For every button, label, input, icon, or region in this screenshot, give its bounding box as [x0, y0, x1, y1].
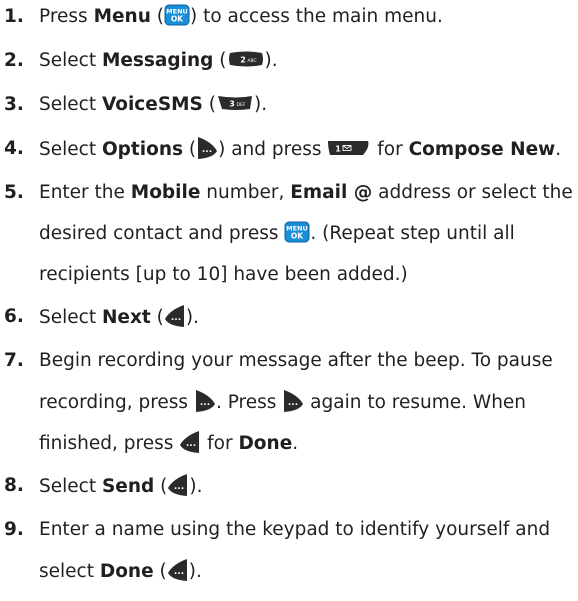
step-text: address or select the [372, 182, 573, 203]
step-text: ( [153, 561, 167, 582]
step-text: Press [39, 6, 94, 27]
step-number: 4. [4, 138, 24, 159]
right-softkey-icon: ... [194, 389, 216, 413]
step-text: number, [200, 182, 291, 203]
bold-term: Menu [93, 6, 151, 27]
step-text: . [555, 139, 562, 160]
bold-term: Options [101, 139, 183, 160]
step-text: for [371, 139, 409, 160]
step-text: desired contact and press [39, 223, 285, 244]
step-text: Select [39, 94, 102, 115]
step-line: Select VoiceSMS (3 DEF). [39, 94, 267, 115]
svg-text:1: 1 [336, 145, 342, 154]
step-text: . Press [215, 392, 283, 413]
3def-key-icon: 3 DEF [216, 94, 254, 112]
step-line: select Done (...). [39, 558, 202, 584]
step-text: Select [39, 139, 102, 160]
bold-term: Send [101, 476, 155, 497]
right-softkey-icon: ... [282, 389, 304, 413]
step-number: 2. [4, 50, 24, 71]
step-line: recipients [up to 10] have been added.) [39, 264, 408, 285]
step-text: . [292, 433, 299, 454]
step-number: 8. [4, 475, 24, 496]
step-text: for [201, 433, 239, 454]
step-text: ). [264, 50, 278, 71]
step-line: Select Messaging (2 ABC). [39, 50, 278, 71]
step-line: Select Options (... ) and press 1 for Com… [39, 136, 562, 162]
step-text: Enter a name using the keypad to identif… [39, 519, 551, 540]
left-softkey-icon: ... [164, 304, 186, 328]
svg-text:...: ... [171, 313, 181, 323]
step-text: recipients [up to 10] have been added.) [39, 264, 408, 285]
bold-term: VoiceSMS [101, 94, 203, 115]
svg-text:OK: OK [171, 15, 184, 24]
step-number: 5. [4, 182, 24, 203]
step-text: ( [150, 307, 164, 328]
step-text: recording, press [39, 392, 194, 413]
step-text: ( [183, 139, 197, 160]
step-text: ) to access the main menu. [190, 6, 443, 27]
step-text: ( [154, 476, 168, 497]
step-text: ). [189, 476, 203, 497]
step-number: 7. [4, 350, 24, 371]
step-line: recording, press ... . Press ... again to… [39, 389, 527, 415]
menu-ok-key-icon: MENU OK [284, 221, 310, 243]
svg-text:...: ... [186, 439, 196, 449]
bold-term: Done [238, 433, 293, 454]
step-text: ). [188, 561, 202, 582]
bold-term: Done [99, 561, 154, 582]
step-number: 9. [4, 519, 24, 540]
step-text: Select [39, 476, 102, 497]
svg-text:...: ... [174, 482, 184, 492]
2abc-key-icon: 2 ABC [227, 50, 265, 68]
step-text: ( [150, 6, 164, 27]
step-number: 1. [4, 6, 24, 27]
right-softkey-icon: ... [196, 136, 218, 160]
step-text: ( [202, 94, 216, 115]
svg-text:...: ... [288, 398, 298, 408]
step-text: Select [39, 50, 102, 71]
step-line: Enter a name using the keypad to identif… [39, 519, 550, 540]
step-line: Press Menu (MENU OK) to access the main m… [39, 4, 443, 28]
left-softkey-icon: ... [167, 558, 189, 582]
svg-text:OK: OK [291, 232, 304, 241]
bold-term: Compose New [408, 139, 556, 160]
step-text: Select [39, 307, 102, 328]
step-text: finished, press [39, 433, 180, 454]
svg-text:...: ... [174, 567, 184, 577]
1-key-icon: 1 [327, 139, 371, 157]
step-line: Select Send (...). [39, 473, 203, 499]
step-text: ). [254, 94, 268, 115]
step-text: select [39, 561, 100, 582]
step-number: 3. [4, 94, 24, 115]
step-line: Begin recording your message after the b… [39, 350, 553, 371]
step-text: ( [213, 50, 227, 71]
left-softkey-icon: ... [179, 430, 201, 454]
svg-text:...: ... [202, 145, 212, 155]
svg-text:DEF: DEF [237, 102, 246, 108]
svg-text:2: 2 [240, 56, 246, 65]
step-number: 6. [4, 306, 24, 327]
step-line: desired contact and press MENU OK. (Repea… [39, 221, 515, 245]
step-text: ) and press [218, 139, 328, 160]
bold-term: Messaging [101, 50, 214, 71]
step-text: . (Repeat step until all [310, 223, 515, 244]
bold-term: Mobile [130, 182, 201, 203]
step-text: Begin recording your message after the b… [39, 350, 553, 371]
step-text: again to resume. When [304, 392, 527, 413]
bold-term: Email @ [290, 182, 373, 203]
step-line: Enter the Mobile number, Email @ address… [39, 182, 573, 203]
left-softkey-icon: ... [167, 473, 189, 497]
svg-text:ABC: ABC [247, 58, 256, 64]
step-line: finished, press ... for Done. [39, 430, 299, 456]
bold-term: Next [101, 307, 151, 328]
step-text: Enter the [39, 182, 131, 203]
step-text: ). [185, 307, 199, 328]
step-line: Select Next (...). [39, 304, 199, 330]
menu-ok-key-icon: MENU OK [164, 4, 190, 26]
svg-text:...: ... [200, 398, 210, 408]
svg-text:3: 3 [229, 100, 235, 109]
